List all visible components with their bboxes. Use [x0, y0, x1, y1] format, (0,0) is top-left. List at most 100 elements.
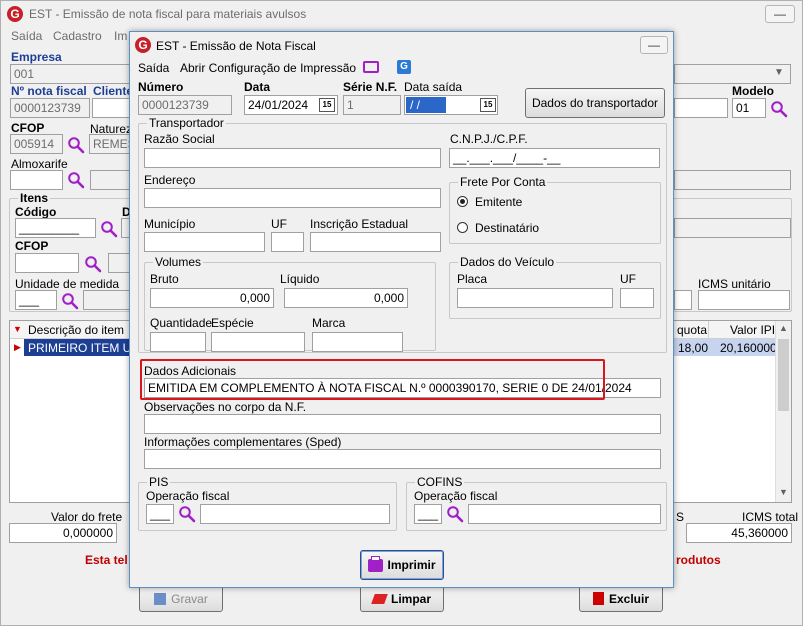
dialog-minimize-button[interactable]: —	[640, 36, 668, 54]
destinatario-radio[interactable]	[457, 222, 468, 233]
codigo-search-icon[interactable]	[100, 220, 118, 238]
codigo-field[interactable]: _________	[15, 218, 96, 238]
unidade-field[interactable]: ___	[15, 290, 57, 310]
uf2-field[interactable]	[620, 288, 654, 308]
menu-cadastro[interactable]: Cadastro	[53, 29, 102, 43]
scroll-down-icon[interactable]: ▼	[779, 487, 788, 497]
bruto-field[interactable]: 0,000	[150, 288, 274, 308]
header-valor-ipi[interactable]: Valor IPI	[730, 323, 775, 337]
save-icon	[154, 592, 167, 605]
itens-label: Itens	[18, 191, 51, 205]
marca-field[interactable]	[312, 332, 403, 352]
inscricao-field[interactable]	[310, 232, 441, 252]
liquido-field[interactable]: 0,000	[284, 288, 408, 308]
app-g-icon[interactable]: G	[397, 60, 411, 74]
table-scrollbar[interactable]: ▲ ▼	[775, 321, 791, 502]
header-descricao[interactable]: Descrição do item	[28, 323, 124, 337]
cfop2-search-icon[interactable]	[84, 255, 102, 273]
cofins-operacao-field[interactable]: ___	[414, 504, 442, 524]
row-pointer-icon: ▶	[14, 342, 21, 352]
frete-field[interactable]: 0,000000	[9, 523, 117, 543]
almoxarife-label: Almoxarife	[11, 157, 68, 171]
itens-right-field[interactable]	[674, 218, 791, 238]
empresa-field[interactable]: 001	[10, 64, 131, 84]
serie-field[interactable]: 1	[343, 95, 401, 115]
dados-transportador-button[interactable]: Dados do transportador	[525, 88, 665, 118]
modelo-label: Modelo	[732, 84, 774, 98]
liquido-label: Líquido	[280, 272, 320, 286]
cfop2-field[interactable]	[15, 253, 79, 273]
endereco-field[interactable]	[144, 188, 441, 208]
main-title: EST - Emissão de nota fiscal para materi…	[29, 7, 307, 21]
dialog-title: EST - Emissão de Nota Fiscal	[156, 39, 316, 53]
modelo-field[interactable]: 01	[732, 98, 766, 118]
cnpj-field[interactable]: __.___.___/____-__	[449, 148, 660, 168]
row-valor-ipi: 20,160000	[720, 341, 777, 355]
imprimir-button[interactable]: Imprimir	[360, 550, 444, 580]
inscricao-label: Inscrição Estadual	[310, 217, 409, 231]
header-quota[interactable]: quota	[677, 323, 707, 337]
emitente-radio[interactable]	[457, 196, 468, 207]
unidade-desc-field[interactable]	[83, 290, 131, 310]
minimize-button[interactable]: —	[765, 5, 795, 23]
almoxarife-name-right[interactable]	[674, 170, 791, 190]
emitente-label[interactable]: Emitente	[475, 195, 522, 209]
dialog-menu-config[interactable]: Abrir Configuração de Impressão	[180, 61, 356, 75]
serie-label: Série N.F.	[343, 80, 398, 94]
observacoes-field[interactable]	[144, 414, 661, 434]
menu-saida[interactable]: Saída	[11, 29, 42, 43]
quantidade-field[interactable]	[150, 332, 206, 352]
modelo-search-icon[interactable]	[770, 100, 788, 118]
monitor-icon[interactable]	[363, 61, 379, 73]
data-calendar-icon[interactable]: 15	[319, 98, 335, 112]
destinatario-label[interactable]: Destinatário	[475, 221, 539, 235]
excluir-button[interactable]: Excluir	[579, 585, 663, 612]
cliente-field[interactable]	[92, 98, 132, 118]
especie-field[interactable]	[211, 332, 305, 352]
placa-field[interactable]	[457, 288, 613, 308]
municipio-label: Município	[144, 217, 196, 231]
menu-impressao[interactable]: Im	[114, 29, 127, 43]
icms-unitario-field[interactable]	[698, 290, 790, 310]
pis-operacao-field[interactable]: ___	[146, 504, 174, 524]
razao-social-label: Razão Social	[144, 132, 215, 146]
dialog-menu-saida[interactable]: Saída	[138, 61, 169, 75]
icms-total-field[interactable]: 45,360000	[686, 523, 792, 543]
almoxarife-field[interactable]	[10, 170, 63, 190]
natureza-field[interactable]: REMES	[89, 134, 131, 154]
unidade-search-icon[interactable]	[61, 292, 79, 310]
almoxarife-search-icon[interactable]	[67, 171, 85, 189]
gravar-button[interactable]: Gravar	[139, 585, 223, 612]
nota-fiscal-dialog: G EST - Emissão de Nota Fiscal — Saída A…	[129, 31, 674, 588]
cfop-search-icon[interactable]	[67, 136, 85, 154]
data-saida-calendar-icon[interactable]: 15	[480, 98, 496, 112]
transportador-label: Transportador	[147, 116, 226, 130]
limpar-button[interactable]: Limpar	[360, 585, 444, 612]
pis-search-icon[interactable]	[178, 505, 196, 523]
data-saida-label: Data saída	[404, 80, 463, 94]
scroll-thumb[interactable]	[778, 339, 789, 411]
chevron-down-icon[interactable]: ▼	[774, 67, 784, 78]
almoxarife-name-field[interactable]	[90, 170, 131, 190]
cliente-field-right[interactable]	[674, 98, 728, 118]
razao-social-field[interactable]	[144, 148, 441, 168]
cofins-desc-field[interactable]	[468, 504, 661, 524]
frete-por-conta-label: Frete Por Conta	[458, 175, 548, 189]
info-complementares-field[interactable]	[144, 449, 661, 469]
cofins-search-icon[interactable]	[446, 505, 464, 523]
cfop2-label: CFOP	[15, 239, 49, 253]
warning-text-right: rodutos	[676, 553, 721, 567]
pis-desc-field[interactable]	[200, 504, 390, 524]
cfop2-desc-field[interactable]	[108, 253, 131, 273]
uf-field[interactable]	[271, 232, 304, 252]
item-field-right-a[interactable]	[674, 290, 692, 310]
scroll-up-icon[interactable]: ▲	[779, 323, 788, 333]
data-label: Data	[244, 80, 271, 94]
info-complementares-label: Informações complementares (Sped)	[144, 435, 342, 449]
municipio-field[interactable]	[144, 232, 265, 252]
empresa-label: Empresa	[11, 50, 62, 64]
numero-field[interactable]: 0000123739	[138, 95, 232, 115]
cfop-field[interactable]: 005914	[10, 134, 63, 154]
nota-field[interactable]: 0000123739	[10, 98, 90, 118]
quantidade-label: Quantidade	[150, 316, 213, 330]
